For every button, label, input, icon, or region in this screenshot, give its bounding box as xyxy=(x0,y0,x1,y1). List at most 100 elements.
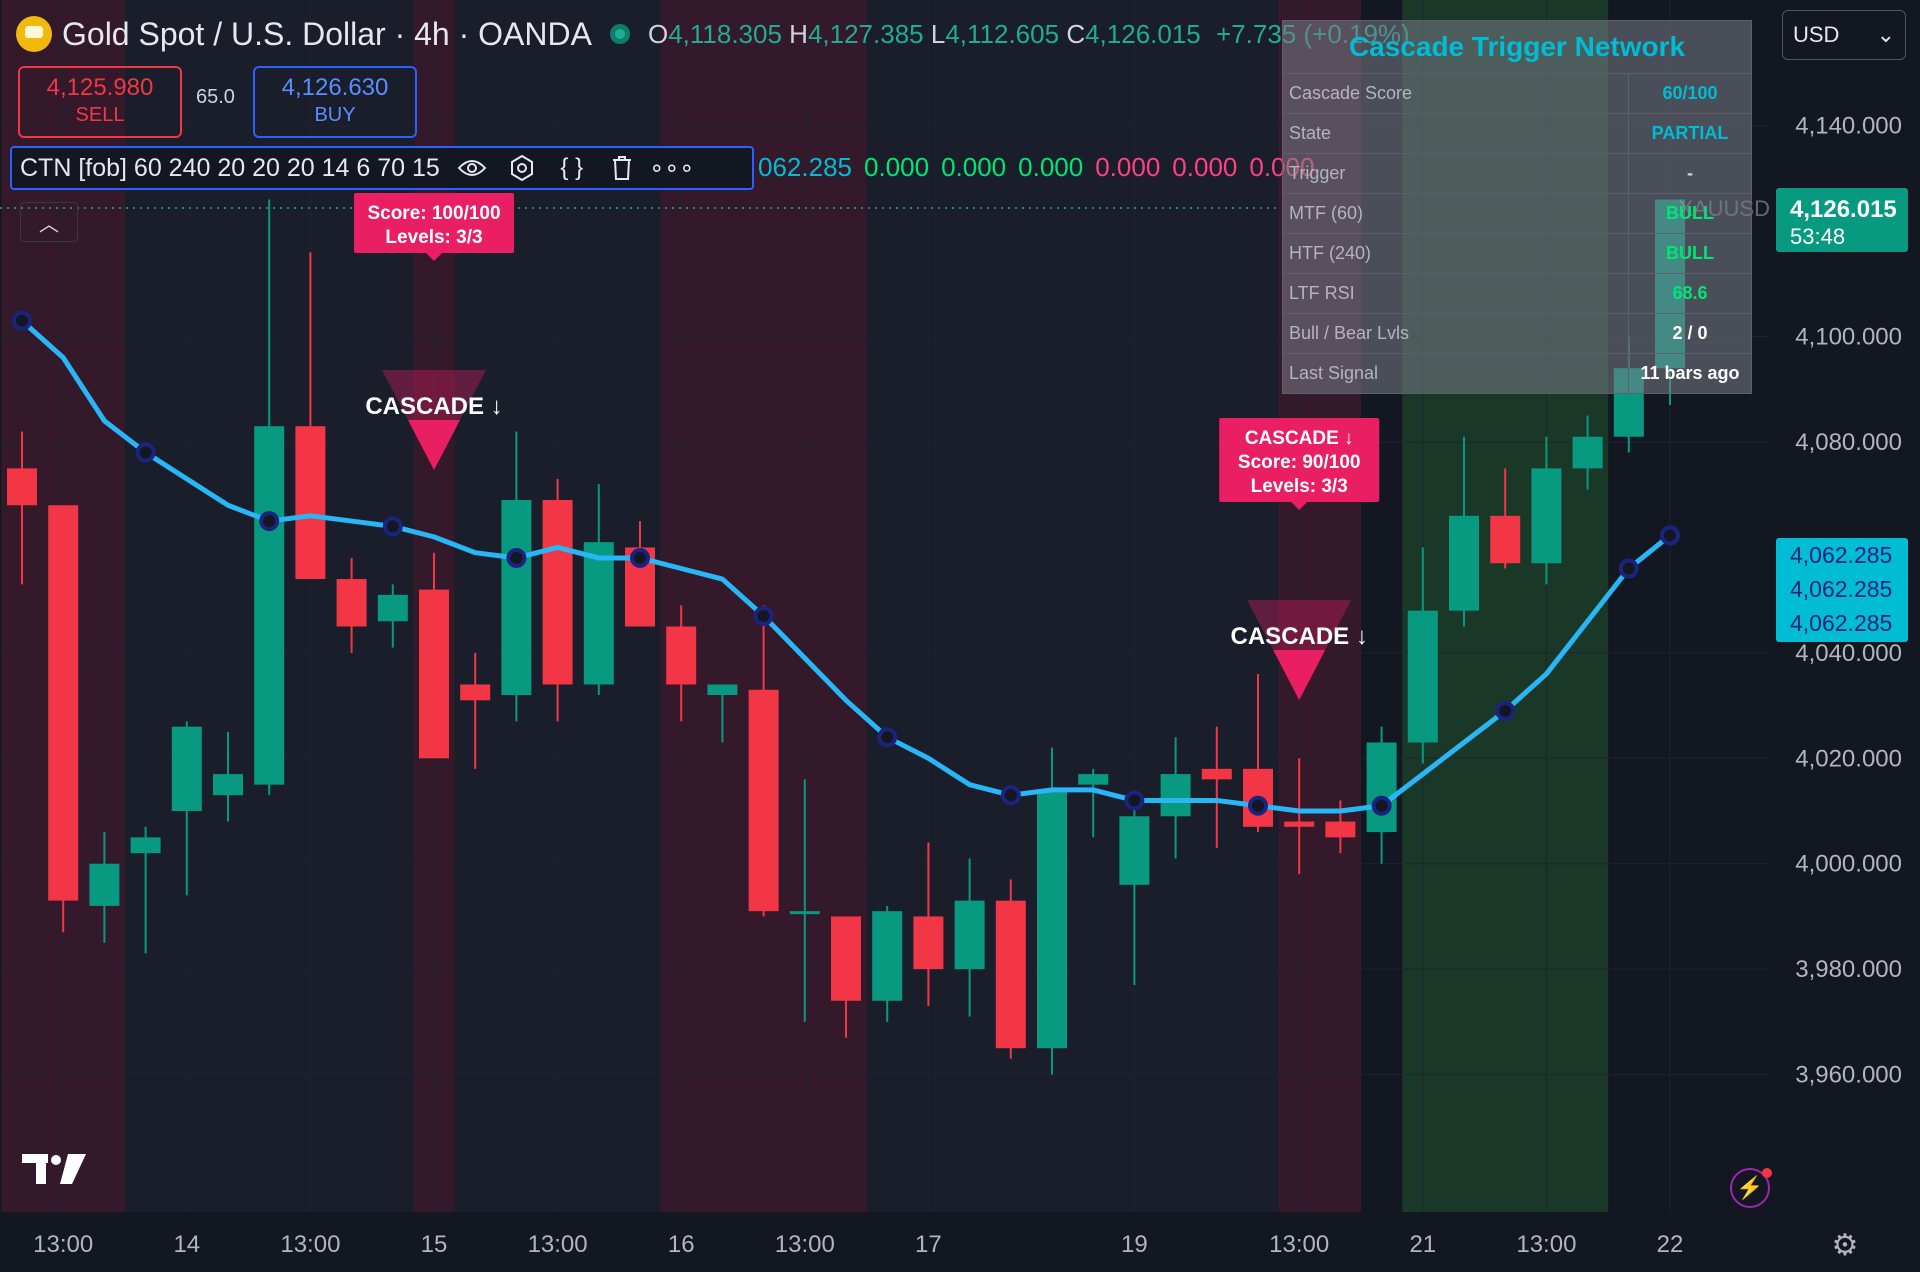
sell-price: 4,125.980 xyxy=(46,74,154,101)
candle-body xyxy=(171,726,202,811)
table-row-label: State xyxy=(1282,113,1629,154)
x-tick-label: 13:00 xyxy=(528,1231,588,1258)
chevron-down-icon: ⌄ xyxy=(1876,22,1895,47)
ema-point xyxy=(1000,785,1021,806)
table-row: Cascade Score 60/100 xyxy=(1282,73,1752,114)
candle-body xyxy=(295,426,326,580)
ema-point xyxy=(630,547,650,568)
signal-box-text: Score: 90/100 xyxy=(1238,452,1361,473)
signal-label: CASCADE ↓ xyxy=(1231,623,1368,650)
x-tick-label: 13:00 xyxy=(775,1231,835,1258)
y-tick-label: 4,020.000 xyxy=(1795,745,1902,772)
candle-body xyxy=(1531,468,1562,564)
ema-point xyxy=(1248,795,1268,816)
y-tick-label: 4,040.000 xyxy=(1795,640,1902,667)
table-row-value: 11 bars ago xyxy=(1628,353,1752,394)
candle-body xyxy=(7,468,37,506)
buy-button[interactable]: 4,126.630 BUY xyxy=(253,66,417,138)
candle-body xyxy=(913,916,944,970)
eye-icon[interactable] xyxy=(454,152,490,184)
x-tick-label: 13:00 xyxy=(280,1231,340,1258)
table-title: Cascade Trigger Network xyxy=(1282,20,1752,74)
delete-icon[interactable] xyxy=(604,152,640,184)
cascade-table: Cascade Trigger Network Cascade Score 60/… xyxy=(1282,20,1752,394)
table-row-label: Last Signal xyxy=(1282,353,1629,394)
signal-box-text: Score: 100/100 xyxy=(367,203,500,224)
table-row-label: Bull / Bear Lvls xyxy=(1282,313,1629,354)
y-tick-label: 4,140.000 xyxy=(1795,113,1902,140)
table-row-label: LTF RSI xyxy=(1282,273,1629,314)
indicator-value: 0.000 xyxy=(941,152,1007,182)
candle-body xyxy=(1201,768,1232,780)
candle-body xyxy=(1078,774,1109,785)
indicator-values: 062.2850.0000.0000.0000.0000.0000.000 xyxy=(758,152,1326,183)
gear-icon[interactable]: ⚙ xyxy=(1828,1228,1862,1262)
y-tick-label: 4,080.000 xyxy=(1795,429,1902,456)
ema-point xyxy=(877,727,898,748)
candle-body xyxy=(1449,515,1479,611)
sell-button[interactable]: 4,125.980 SELL xyxy=(18,66,182,138)
indicator-legend[interactable]: CTN [fob] 60 240 20 20 20 14 6 70 15 { }… xyxy=(10,146,754,190)
ema-price-value: 4,062.285 xyxy=(1790,610,1892,636)
candle-body xyxy=(954,900,985,970)
indicator-value: 0.000 xyxy=(1018,152,1084,182)
lightning-alert-icon[interactable]: ⚡ xyxy=(1730,1168,1772,1208)
symbol-title[interactable]: Gold Spot / U.S. Dollar · 4h · OANDA xyxy=(62,16,592,53)
currency-select[interactable]: USD ⌄ xyxy=(1782,10,1906,60)
candle-body xyxy=(1119,816,1150,885)
spread-value: 65.0 xyxy=(196,86,235,108)
candle-body xyxy=(666,626,697,685)
x-tick-label: 21 xyxy=(1409,1231,1436,1258)
table-row-value: 68.6 xyxy=(1628,273,1752,314)
bar-countdown: 53:48 xyxy=(1790,224,1845,249)
table-row-value: - xyxy=(1628,153,1752,194)
candle-body xyxy=(1284,821,1315,827)
candle-body xyxy=(501,499,532,696)
chevron-up-icon: ︿ xyxy=(39,213,59,236)
settings-icon[interactable] xyxy=(504,152,540,184)
market-open-icon xyxy=(609,24,630,44)
candle xyxy=(995,879,1026,1059)
table-row-label: MTF (60) xyxy=(1282,193,1629,234)
table-row: HTF (240) BULL xyxy=(1282,233,1752,274)
y-tick-label: 3,980.000 xyxy=(1795,956,1902,983)
candle-body xyxy=(377,594,408,622)
candle-body xyxy=(213,774,243,796)
candle xyxy=(1037,747,1067,1075)
candle-body xyxy=(1325,821,1356,838)
table-row-label: Cascade Score xyxy=(1282,73,1629,114)
y-tick-label: 4,100.000 xyxy=(1795,324,1902,351)
more-icon[interactable]: ∘∘∘ xyxy=(649,152,694,184)
candle-body xyxy=(130,837,161,854)
candle-body xyxy=(542,499,573,685)
ema-price-value: 4,062.285 xyxy=(1790,576,1892,602)
indicator-value: 062.285 xyxy=(758,152,852,182)
ema-point xyxy=(135,442,156,463)
x-tick-label: 13:00 xyxy=(1269,1231,1329,1258)
x-tick-label: 22 xyxy=(1657,1231,1684,1258)
table-row-value: BULL xyxy=(1628,233,1752,274)
source-code-icon[interactable]: { } xyxy=(554,152,590,184)
candle-body xyxy=(419,589,449,759)
ema-point xyxy=(1371,795,1392,816)
y-tick-label: 4,000.000 xyxy=(1795,851,1902,878)
candle xyxy=(48,505,79,933)
candle-body xyxy=(1160,774,1191,817)
buy-price: 4,126.630 xyxy=(281,74,389,101)
table-row-label: Trigger xyxy=(1282,153,1629,194)
candle-body xyxy=(1366,742,1397,833)
signal-box-text: Levels: 3/3 xyxy=(1251,476,1348,497)
candle-body xyxy=(748,689,779,912)
ema-point xyxy=(506,547,527,568)
x-tick-label: 13:00 xyxy=(33,1231,93,1258)
candle-body xyxy=(336,579,367,627)
indicator-name[interactable]: CTN [fob] 60 240 20 20 20 14 6 70 15 xyxy=(20,154,440,183)
candle-body xyxy=(583,542,614,685)
table-row: MTF (60) BULL xyxy=(1282,193,1752,234)
ema-point xyxy=(1618,558,1639,579)
collapse-legend-button[interactable]: ︿ xyxy=(20,202,78,242)
sell-label: SELL xyxy=(75,104,125,126)
table-row-value: 60/100 xyxy=(1628,73,1752,114)
table-row-label: HTF (240) xyxy=(1282,233,1629,274)
ema-point xyxy=(12,310,32,331)
